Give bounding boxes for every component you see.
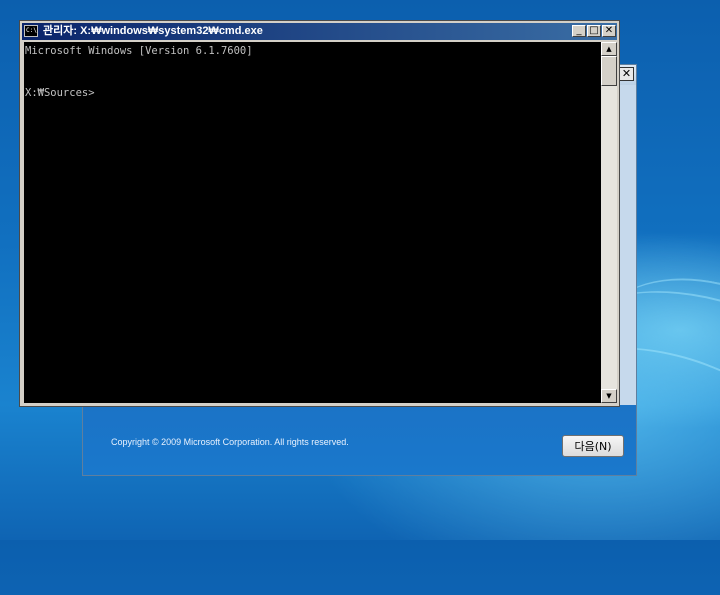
scroll-thumb[interactable] [601, 56, 617, 86]
cmd-window-title: 관리자: X:₩windows₩system32₩cmd.exe [43, 25, 263, 37]
maximize-button[interactable]: □ [587, 25, 601, 37]
scroll-down-button[interactable]: ▼ [601, 389, 617, 403]
scroll-up-button[interactable]: ▲ [601, 42, 617, 56]
console-output[interactable]: Microsoft Windows [Version 6.1.7600]​​X:… [24, 42, 601, 403]
copyright-text: Copyright © 2009 Microsoft Corporation. … [111, 437, 349, 447]
console-line: ​ [25, 58, 600, 72]
vertical-scrollbar[interactable]: ▲ ▼ [601, 42, 617, 403]
setup-footer: Copyright © 2009 Microsoft Corporation. … [83, 405, 636, 475]
close-button[interactable]: ✕ [602, 25, 616, 37]
console-prompt: X:₩Sources> [25, 87, 95, 99]
cmd-app-icon[interactable]: C:\ [24, 25, 38, 37]
cmd-titlebar[interactable]: C:\ 관리자: X:₩windows₩system32₩cmd.exe _ □… [22, 23, 617, 40]
setup-close-button[interactable]: ✕ [619, 67, 634, 81]
cmd-window: C:\ 관리자: X:₩windows₩system32₩cmd.exe _ □… [19, 20, 620, 407]
console-line: ​ [25, 72, 600, 86]
next-button[interactable]: 다음(N) [562, 435, 624, 457]
console-line: Microsoft Windows [Version 6.1.7600] [25, 45, 253, 57]
minimize-button[interactable]: _ [572, 25, 586, 37]
